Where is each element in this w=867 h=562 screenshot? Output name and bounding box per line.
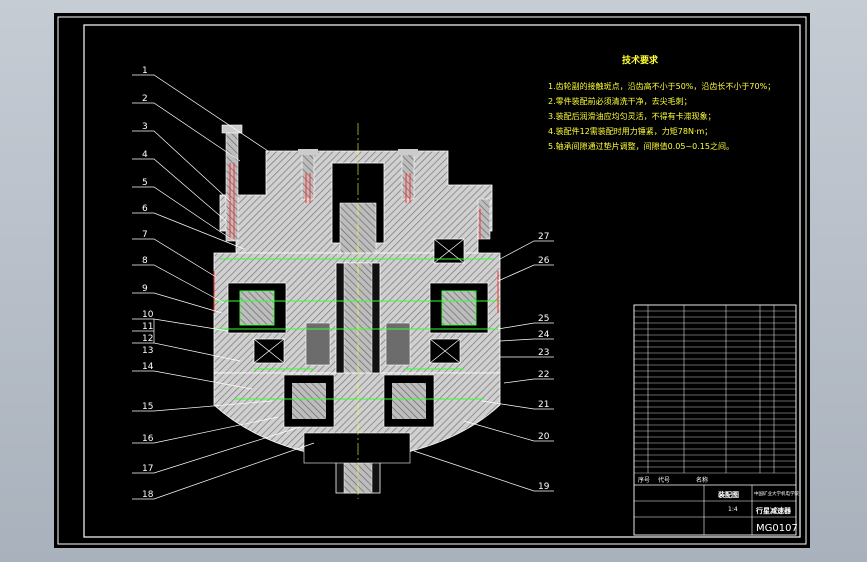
callout-label: 21 [538, 400, 549, 410]
callout-label: 3 [142, 122, 148, 132]
drawing-name: 行星减速器 [755, 506, 792, 515]
drawing-number: MG0107 [756, 523, 798, 534]
callout-label: 4 [142, 150, 148, 160]
callout-label: 17 [142, 464, 153, 474]
callout-label: 26 [538, 256, 550, 266]
callout-label: 7 [142, 230, 148, 240]
callout-label: 2 [142, 94, 148, 104]
technical-notes: 技术要求 1.齿轮副的接触斑点，沿齿高不小于50%，沿齿长不小于70%； 2.零… [548, 54, 775, 151]
note-3: 3.装配后润滑油应均匀灵活，不得有卡滞现象； [548, 111, 716, 121]
callout-label: 1 [142, 66, 148, 76]
callout-label: 19 [538, 482, 550, 492]
header-code: 代号 [658, 476, 670, 484]
note-2: 2.零件装配前必须清洗干净，去尖毛刺； [548, 96, 692, 106]
callout-label: 14 [142, 362, 154, 372]
assembly-label: 装配图 [717, 490, 739, 499]
callout-label: 20 [538, 432, 550, 442]
callout-label: 5 [142, 178, 148, 188]
callout-label: 10 [142, 310, 154, 320]
callout-label: 11 [142, 322, 153, 332]
drawing-canvas[interactable]: 1 2 3 4 5 6 7 8 9 10 11 12 13 14 15 16 17 18 27 26 25 24 23 22… [54, 13, 810, 548]
company-name: 中国矿业大学机电学院 [754, 490, 799, 497]
assembly-drawing: 123456789101112131415161718 272625242322… [57, 16, 807, 545]
callouts-right: 27 26 25 24 23 22 21 20 19 [538, 232, 550, 492]
drawing-scale: 1:4 [728, 506, 738, 513]
notes-title: 技术要求 [622, 54, 659, 66]
callout-label: 15 [142, 402, 153, 412]
callout-label: 22 [538, 370, 549, 380]
left-bolt [225, 130, 239, 242]
callout-label: 18 [142, 490, 154, 500]
section-view [213, 123, 501, 499]
note-1: 1.齿轮副的接触斑点，沿齿高不小于50%，沿齿长不小于70%； [548, 81, 775, 91]
title-block: 序号 代号 名称 装配图 中国矿业大学机电学院 行星减速器 1:4 MG0107 [633, 304, 799, 536]
callout-label: 8 [142, 256, 148, 266]
bom-table [634, 310, 796, 474]
callout-label: 9 [142, 284, 148, 294]
callout-label: 27 [538, 232, 549, 242]
note-4: 4.装配件12需装配时用力锤紧，力矩78N·m； [548, 126, 712, 136]
callout-label: 16 [142, 434, 154, 444]
callout-label: 6 [142, 204, 148, 214]
header-seq: 序号 [638, 476, 650, 484]
callout-label: 13 [142, 346, 153, 356]
note-5: 5.轴承间隙通过垫片调整，间隙值0.05~0.15之间。 [548, 141, 734, 151]
callout-label: 12 [142, 334, 153, 344]
header-name: 名称 [696, 476, 708, 484]
callout-label: 25 [538, 314, 549, 324]
callout-label: 23 [538, 348, 549, 358]
cad-viewport: 1 2 3 4 5 6 7 8 9 10 11 12 13 14 15 16 17 18 27 26 25 24 23 22… [0, 0, 867, 562]
callout-label: 24 [538, 330, 550, 340]
